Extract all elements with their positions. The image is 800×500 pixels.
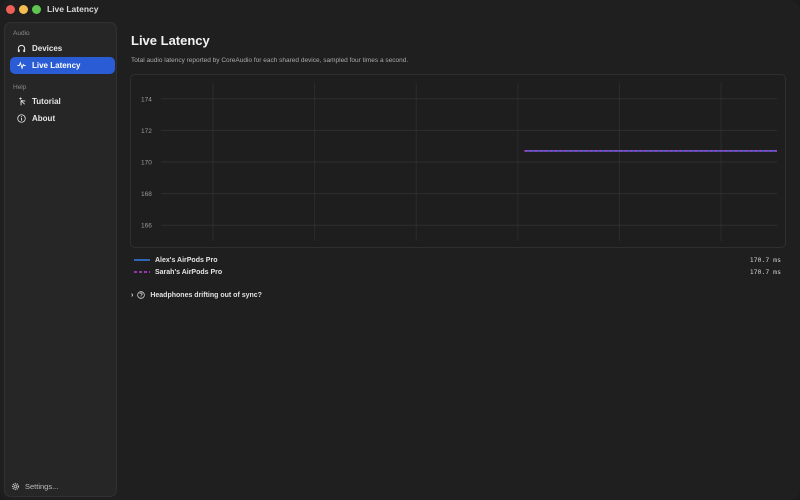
legend-label: Sarah's AirPods Pro — [155, 268, 223, 276]
sidebar-item-about[interactable]: About — [10, 110, 115, 127]
legend-value: 170.7 ms — [749, 256, 781, 264]
waveform-icon — [17, 61, 26, 70]
chart-canvas: 174 172 170 168 166 — [141, 83, 777, 241]
sidebar-item-devices[interactable]: Devices — [10, 40, 115, 57]
sidebar-item-tutorial[interactable]: Tutorial — [10, 93, 115, 110]
minimize-window-button[interactable] — [19, 5, 28, 14]
latency-chart: 174 172 170 168 166 — [130, 74, 786, 248]
sidebar-item-label: Devices — [32, 44, 63, 53]
legend-label: Alex's AirPods Pro — [155, 256, 218, 264]
legend-row-alex: Alex's AirPods Pro 170.7 ms — [134, 255, 784, 265]
zoom-window-button[interactable] — [32, 5, 41, 14]
close-window-button[interactable] — [6, 5, 15, 14]
disclosure-label: Headphones drifting out of sync? — [150, 291, 262, 299]
page-subtitle: Total audio latency reported by CoreAudi… — [131, 57, 409, 64]
sidebar-item-label: Live Latency — [32, 61, 81, 70]
app-window: Live Latency Audio Devices Live Latency … — [0, 0, 800, 500]
y-tick-label: 168 — [141, 191, 152, 198]
y-tick-label: 174 — [141, 96, 152, 103]
sidebar-item-label: About — [32, 114, 56, 123]
settings-button[interactable]: Settings... — [11, 482, 58, 491]
drift-disclosure[interactable]: › Headphones drifting out of sync? — [131, 291, 262, 299]
gear-icon — [11, 482, 20, 491]
y-tick-label: 172 — [141, 128, 152, 135]
title-bar: Live Latency — [0, 0, 800, 20]
window-title: Live Latency — [47, 4, 99, 14]
info-icon — [17, 114, 26, 123]
headphones-icon — [17, 44, 26, 53]
question-circle-icon — [137, 291, 146, 299]
legend-swatch-solid — [134, 259, 150, 261]
settings-label: Settings... — [25, 482, 59, 491]
sidebar: Audio Devices Live Latency Help Tutorial — [4, 22, 117, 497]
sparkle-pointer-icon — [17, 97, 26, 106]
sidebar-item-live-latency[interactable]: Live Latency — [10, 57, 115, 74]
sidebar-section-help: Help — [13, 84, 27, 91]
chevron-right-icon: › — [131, 291, 134, 299]
legend-value: 170.7 ms — [749, 268, 781, 276]
legend-row-sarah: Sarah's AirPods Pro 170.7 ms — [134, 267, 784, 277]
legend-swatch-dashed — [134, 271, 150, 273]
page-title: Live Latency — [131, 33, 210, 48]
sidebar-section-audio: Audio — [13, 30, 30, 37]
y-tick-label: 170 — [141, 160, 152, 167]
sidebar-item-label: Tutorial — [32, 97, 61, 106]
y-tick-label: 166 — [141, 223, 152, 230]
